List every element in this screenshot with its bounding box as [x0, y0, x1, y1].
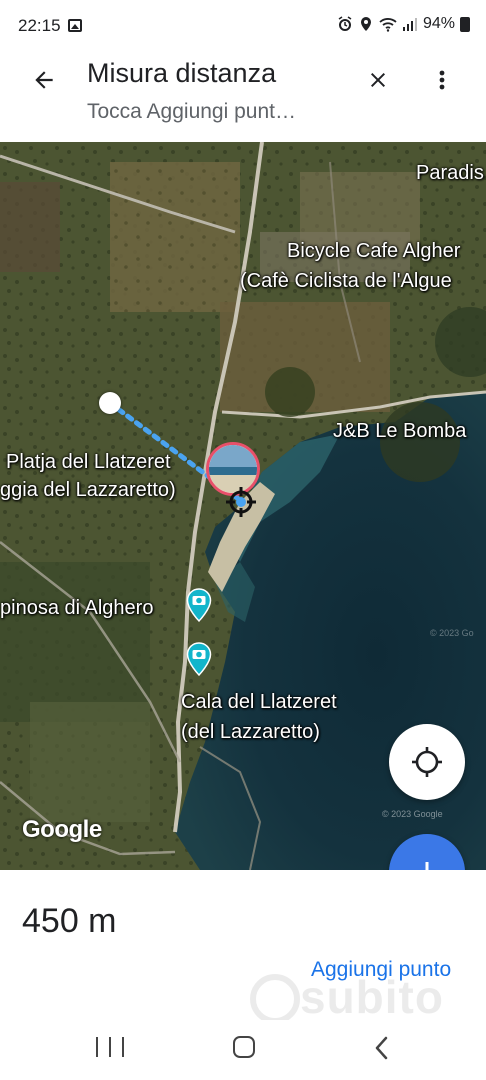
battery-icon — [460, 16, 470, 32]
map-label-jb[interactable]: J&B Le Bomba — [333, 418, 466, 444]
system-nav-bar — [0, 1020, 486, 1080]
status-bar: 22:15 94% — [0, 0, 486, 56]
nav-back-icon[interactable] — [372, 1034, 392, 1062]
google-logo: Google — [22, 816, 102, 843]
home-button[interactable] — [233, 1036, 255, 1058]
status-time: 22:15 — [18, 16, 61, 35]
camera-pin-icon[interactable] — [186, 588, 212, 622]
map-label-cala[interactable]: Cala del Llatzeret — [181, 689, 337, 715]
watermark-logo-icon — [250, 974, 300, 1024]
my-location-icon — [412, 747, 442, 777]
map-label-cala-alt[interactable]: (del Lazzaretto) — [181, 719, 320, 745]
close-icon — [371, 73, 385, 87]
page-subtitle: Tocca Aggiungi punt… — [87, 100, 296, 123]
gallery-notification-icon — [68, 19, 82, 32]
back-button[interactable] — [26, 62, 62, 98]
app-bar: Misura distanza Tocca Aggiungi punt… — [0, 56, 486, 142]
measurement-panel: 450 m subito Aggiungi punto — [0, 870, 486, 1024]
wifi-icon — [379, 18, 397, 32]
close-button[interactable] — [360, 62, 396, 98]
map-label-platja[interactable]: Platja del Llatzeret — [6, 449, 171, 475]
status-icons: 94% — [337, 15, 470, 33]
map-label-bicycle-cafe[interactable]: Bicycle Cafe Algher — [287, 238, 460, 264]
map-copyright-short: © 2023 Go — [430, 628, 474, 638]
alarm-icon — [338, 16, 352, 31]
page-title: Misura distanza — [87, 58, 277, 88]
measure-start-point[interactable] — [99, 392, 121, 414]
map-label-platja-alt[interactable]: ggia del Lazzaretto) — [0, 477, 176, 503]
more-vert-icon — [439, 70, 445, 90]
arrow-back-icon — [35, 71, 53, 89]
map-copyright: © 2023 Google — [382, 809, 443, 819]
camera-pin-icon[interactable] — [186, 642, 212, 676]
more-options-button[interactable] — [428, 62, 456, 98]
my-location-button[interactable] — [389, 724, 465, 800]
map-label-spinosa[interactable]: pinosa di Alghero — [0, 595, 153, 621]
map-label-bicycle-cafe-alt[interactable]: (Cafè Ciclista de l'Algue — [240, 268, 452, 294]
crosshair-icon — [226, 487, 256, 517]
map-label-paradis[interactable]: Paradis — [416, 160, 484, 186]
add-point-button[interactable]: Aggiungi punto — [311, 958, 451, 982]
recent-apps-button[interactable] — [96, 1037, 124, 1063]
satellite-map[interactable]: Paradis Bicycle Cafe Algher (Cafè Ciclis… — [0, 142, 486, 870]
battery-percent: 94% — [422, 15, 455, 32]
total-distance: 450 m — [22, 902, 117, 940]
plus-icon — [425, 862, 429, 870]
signal-icon — [402, 18, 417, 31]
location-icon — [360, 17, 371, 31]
